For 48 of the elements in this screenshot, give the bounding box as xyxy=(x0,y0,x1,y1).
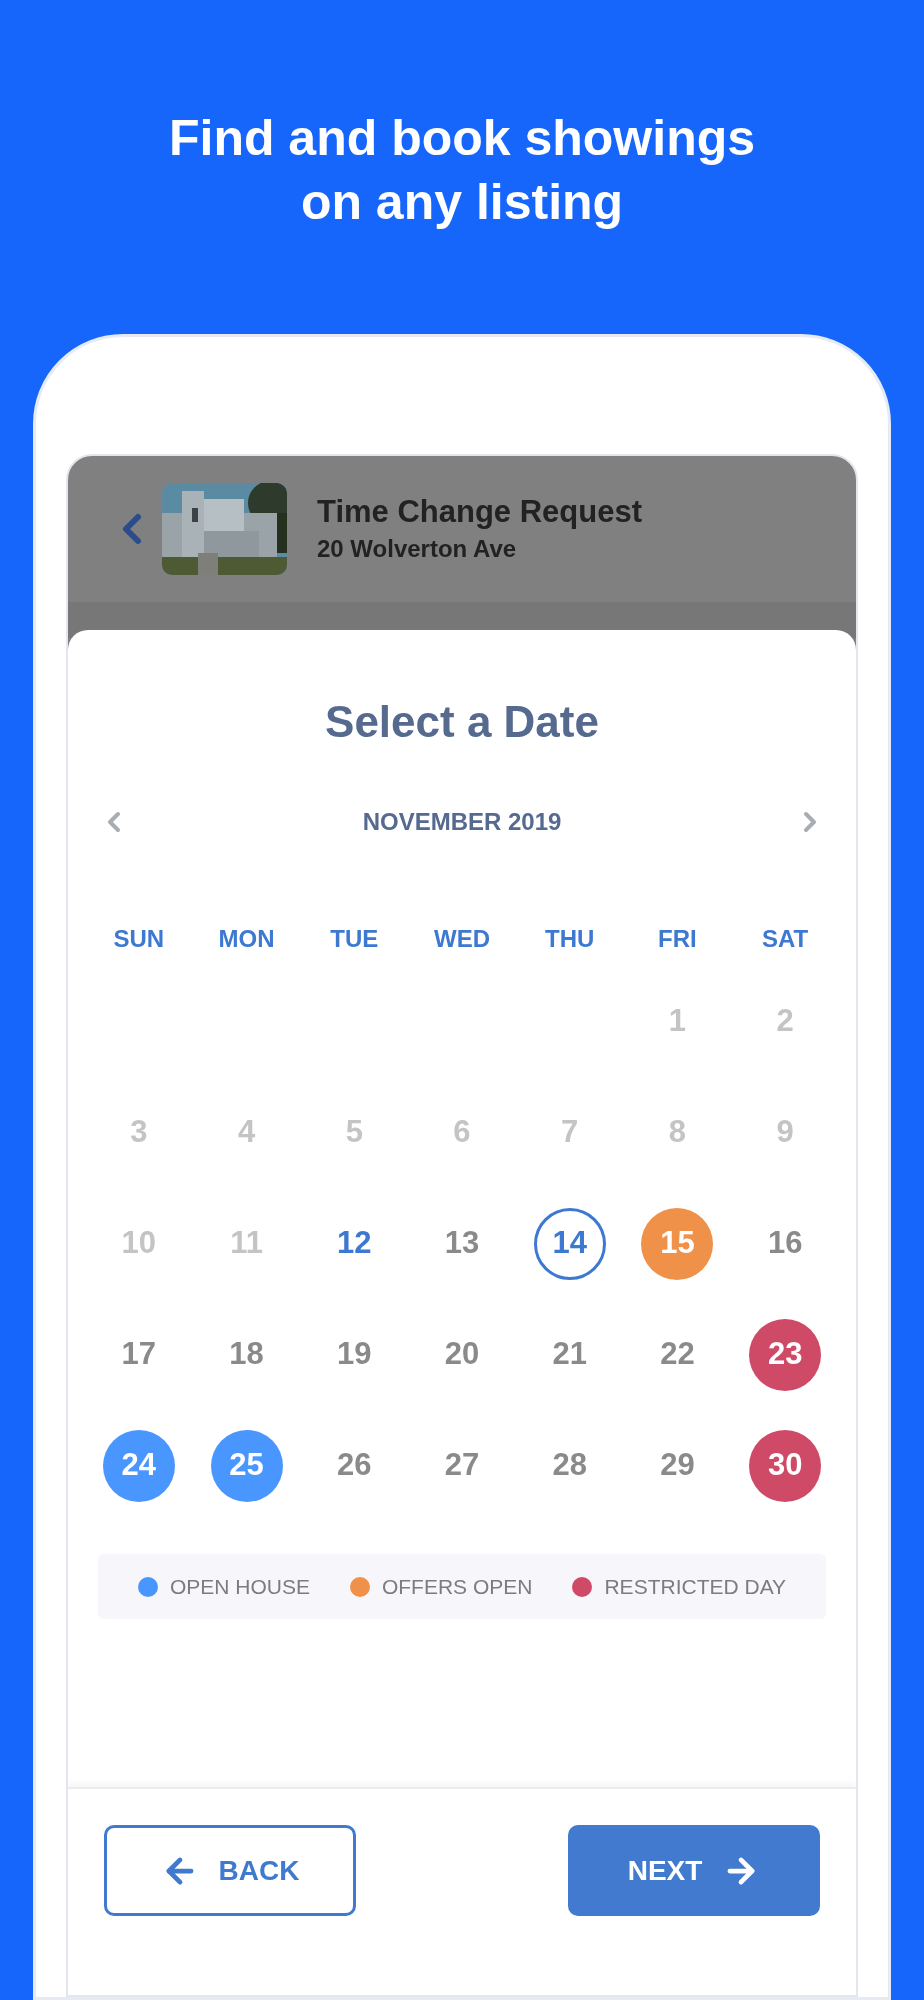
listing-address: 20 Wolverton Ave xyxy=(317,534,518,564)
weekday-label: WED xyxy=(433,924,491,954)
weekday-label: FRI xyxy=(657,924,698,954)
calendar-day[interactable]: 12 xyxy=(318,1207,391,1280)
weekday-label: MON xyxy=(217,924,276,954)
calendar-day[interactable]: 25 xyxy=(210,1429,283,1502)
headline: on any listing xyxy=(300,173,624,232)
calendar-day[interactable]: 30 xyxy=(749,1429,822,1502)
legend-label: OFFERS OPEN xyxy=(381,1573,533,1600)
legend-label: OPEN HOUSE xyxy=(169,1573,310,1600)
weekday-label: TUE xyxy=(329,924,380,954)
calendar-day[interactable]: 17 xyxy=(102,1318,175,1391)
calendar-day[interactable]: 4 xyxy=(210,1096,283,1169)
weekday-label: SAT xyxy=(761,924,810,954)
calendar-day[interactable]: 26 xyxy=(318,1429,391,1502)
calendar-day[interactable]: 9 xyxy=(749,1096,822,1169)
calendar-day[interactable]: 22 xyxy=(641,1318,714,1391)
calendar-day[interactable]: 23 xyxy=(749,1318,822,1391)
calendar-day[interactable]: 28 xyxy=(533,1429,606,1502)
calendar-day[interactable]: 16 xyxy=(749,1207,822,1280)
calendar-day[interactable]: 5 xyxy=(318,1096,391,1169)
weekday-label: SUN xyxy=(112,924,166,954)
calendar-day[interactable]: 18 xyxy=(210,1318,283,1391)
calendar-day[interactable]: 1 xyxy=(641,985,714,1058)
headline: Find and book showings xyxy=(168,109,756,168)
calendar-day[interactable]: 29 xyxy=(641,1429,714,1502)
calendar-day[interactable]: 15 xyxy=(641,1207,714,1280)
calendar-day[interactable]: 27 xyxy=(426,1429,498,1502)
calendar-day[interactable]: 24 xyxy=(102,1429,175,1502)
calendar-day[interactable]: 7 xyxy=(533,1096,606,1169)
calendar-day[interactable]: 6 xyxy=(426,1096,498,1169)
listing-title: Time Change Request xyxy=(317,493,642,531)
calendar-day[interactable]: 14 xyxy=(533,1207,606,1280)
next-button[interactable]: NEXT xyxy=(568,1825,820,1916)
calendar-day[interactable]: 3 xyxy=(102,1096,175,1169)
month-label: NOVEMBER 2019 xyxy=(362,807,562,837)
calendar-day[interactable]: 21 xyxy=(533,1318,606,1391)
calendar-day[interactable]: 8 xyxy=(641,1096,714,1169)
calendar-day[interactable]: 11 xyxy=(210,1207,283,1280)
calendar-day[interactable]: 10 xyxy=(102,1207,175,1280)
calendar-day[interactable]: 2 xyxy=(749,985,822,1058)
calendar-day[interactable]: 20 xyxy=(426,1318,498,1391)
sheet-title: Select a Date xyxy=(324,696,600,748)
weekday-label: THU xyxy=(544,924,596,954)
calendar-day[interactable]: 19 xyxy=(318,1318,391,1391)
legend-label: RESTRICTED DAY xyxy=(604,1573,787,1600)
calendar-day[interactable]: 13 xyxy=(426,1207,498,1280)
back-button[interactable]: BACK xyxy=(104,1825,356,1916)
